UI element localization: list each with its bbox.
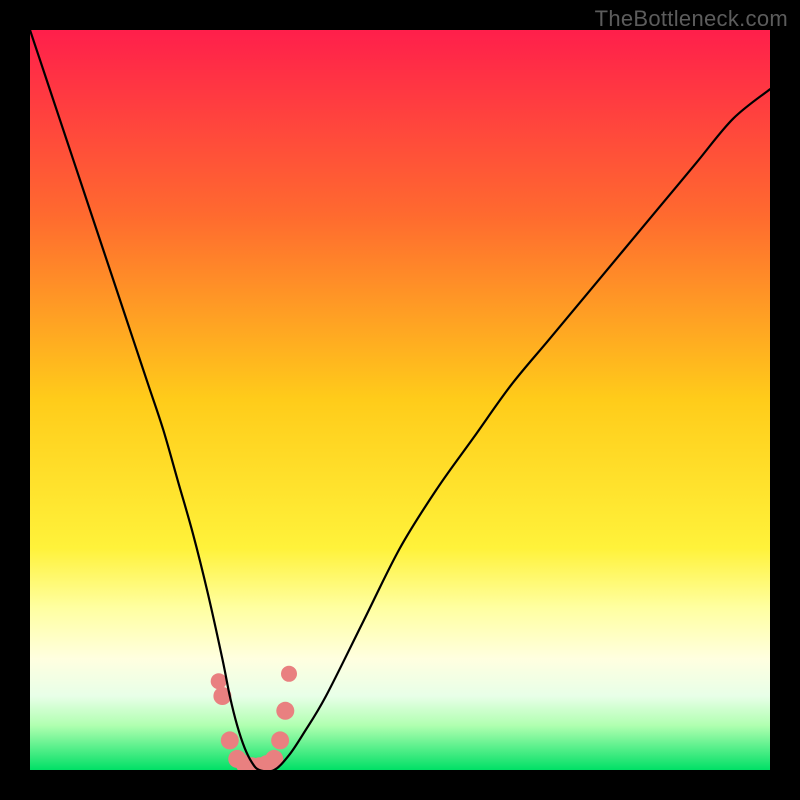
chart-frame: TheBottleneck.com xyxy=(0,0,800,800)
valley-marker-dot xyxy=(211,673,227,689)
plot-area xyxy=(30,30,770,770)
chart-svg xyxy=(30,30,770,770)
watermark-text: TheBottleneck.com xyxy=(595,6,788,32)
valley-marker-dot xyxy=(271,731,289,749)
valley-marker-dot xyxy=(221,731,239,749)
valley-marker-dot xyxy=(281,666,297,682)
valley-marker-dot xyxy=(276,702,294,720)
gradient-background xyxy=(30,30,770,770)
